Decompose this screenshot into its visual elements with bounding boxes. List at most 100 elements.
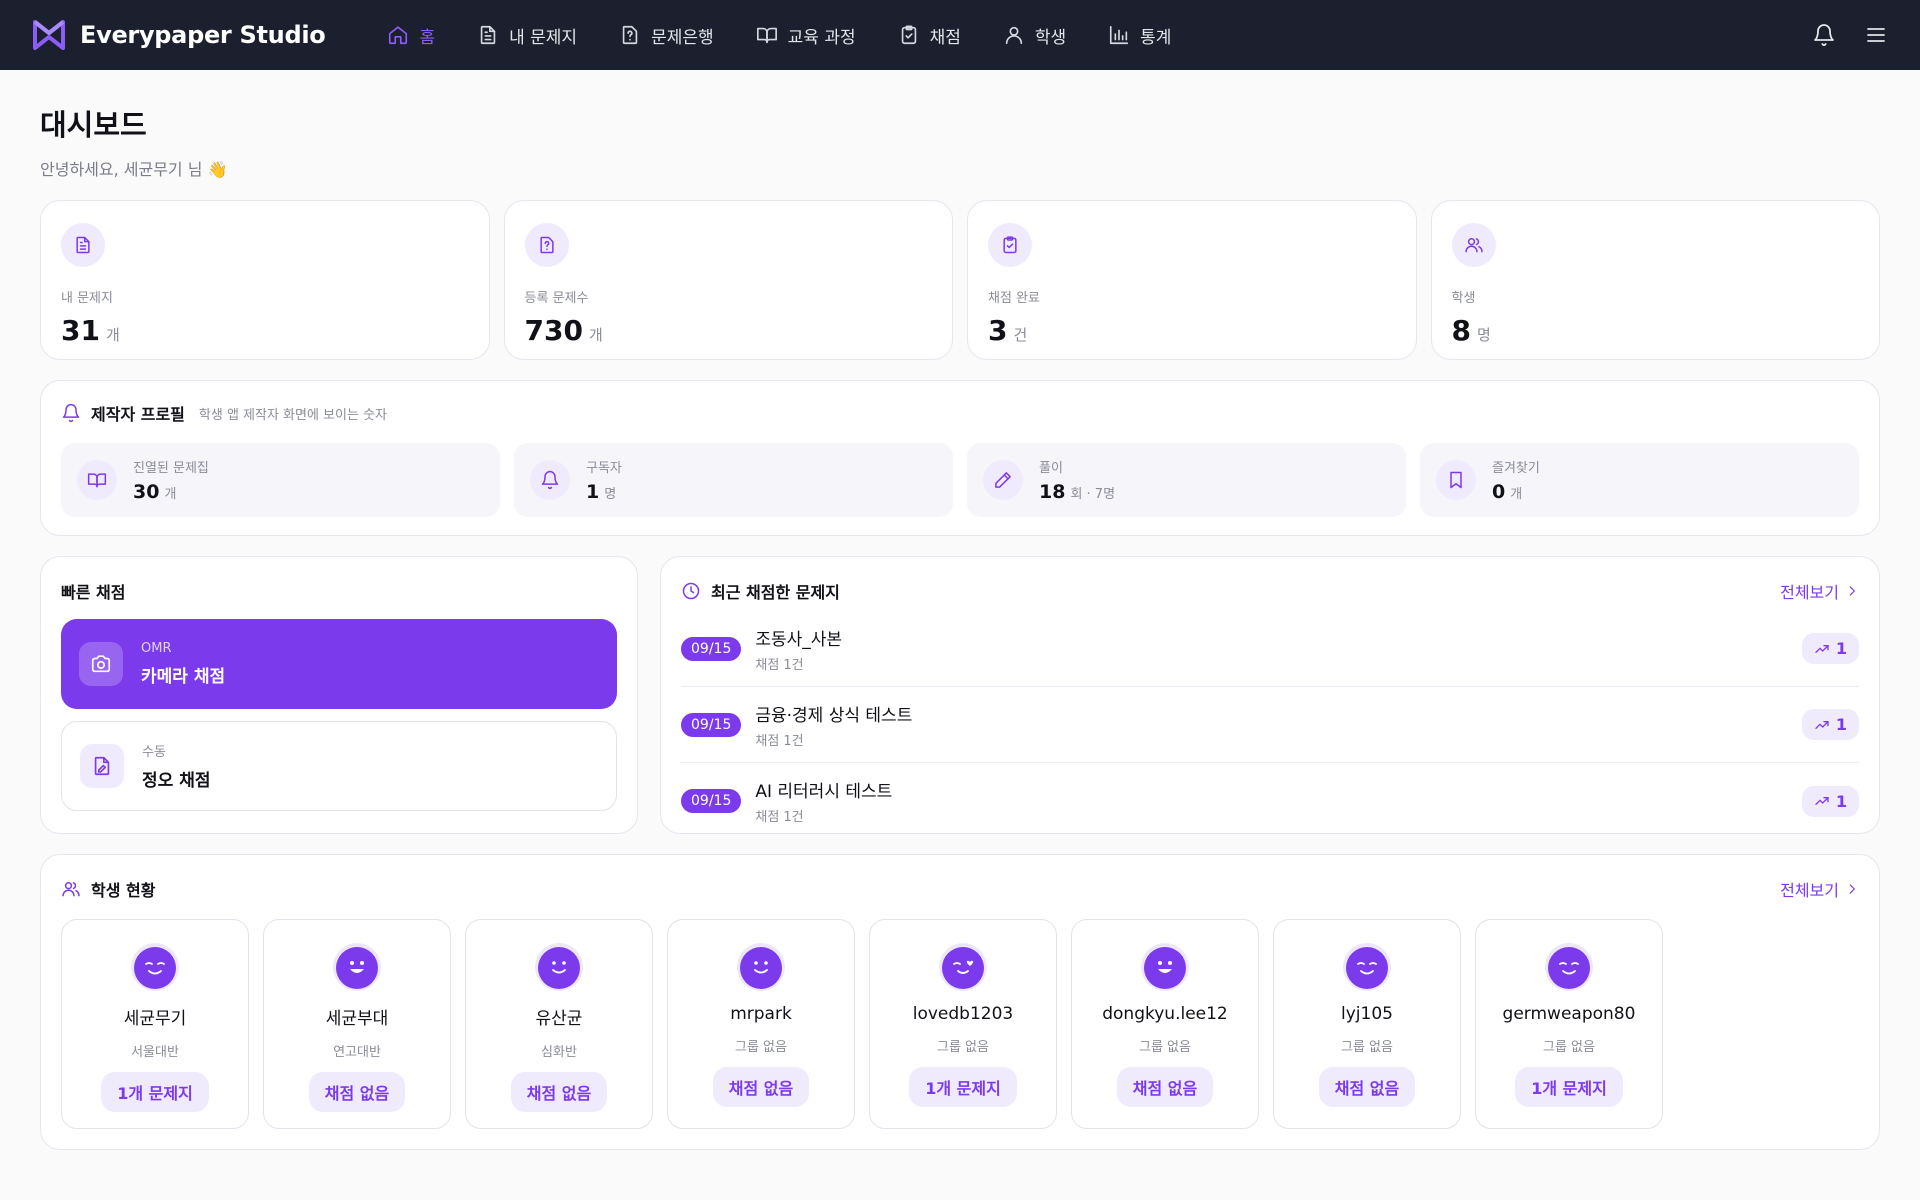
recent-row[interactable]: 09/15 조동사_사본 채점 1건 1 (681, 611, 1859, 687)
quick-small-label: OMR (141, 641, 172, 656)
omr-camera-grading-button[interactable]: OMR 카메라 채점 (61, 619, 617, 709)
stat-unit: 건 (1013, 326, 1028, 344)
nav-item-my-papers[interactable]: 내 문제지 (477, 23, 577, 48)
student-card[interactable]: dongkyu.lee12 그룹 없음 채점 없음 (1071, 919, 1259, 1129)
nav-item-label: 내 문제지 (509, 27, 578, 48)
clipboard-check-icon (1003, 236, 1017, 254)
stat-card-grading-complete[interactable]: 채점 완료 3 건 (967, 200, 1417, 360)
nav-item-grading[interactable]: 채점 (898, 23, 961, 48)
recent-text: 금융·경제 상식 테스트 채점 1건 (755, 701, 912, 749)
stat-card-registered-questions[interactable]: 등록 문제수 730 개 (503, 200, 953, 360)
profile-stat-favorites[interactable]: 즐겨찾기 0 개 (1420, 443, 1859, 517)
student-card[interactable]: lovedb1203 그룹 없음 1개 문제지 (869, 919, 1057, 1129)
stat-label: 등록 문제수 (524, 291, 589, 306)
middle-row: 빠른 채점 OMR 카메라 채점 수동 정오 채점 최근 채점한 문제지 전체보… (40, 556, 1880, 834)
recent-graded-card: 최근 채점한 문제지 전체보기 09/15 조동사_사본 채점 1건 1 09/… (660, 556, 1880, 834)
stat-icon-wrap (61, 223, 105, 267)
stat-value-row: 3 건 (988, 314, 1396, 347)
stat-card-students[interactable]: 학생 8 명 (1430, 200, 1880, 360)
quick-icon-wrap (79, 642, 123, 686)
nav-item-curriculum[interactable]: 교육 과정 (756, 23, 856, 48)
trend-value: 1 (1835, 715, 1847, 734)
manual-grading-button[interactable]: 수동 정오 채점 (61, 721, 617, 811)
profile-stat-value: 18 (1039, 481, 1066, 503)
student-card[interactable]: 세균무기 서울대반 1개 문제지 (61, 919, 249, 1129)
file-edit-icon (94, 756, 110, 776)
profile-stat-label: 즐겨찾기 (1492, 461, 1540, 476)
grading-count: 채점 1건 (755, 657, 804, 673)
section-note: 학생 앱 제작자 화면에 보이는 숫자 (198, 407, 387, 423)
quick-main-label: 정오 채점 (142, 771, 211, 791)
users-icon (62, 882, 80, 897)
brand[interactable]: Everypaper Studio (32, 18, 326, 52)
grading-count: 채점 1건 (755, 810, 804, 825)
student-grid: 세균무기 서울대반 1개 문제지 세균부대 연고대반 채점 없음 유산균 심화반… (61, 919, 1859, 1129)
trending-up-icon (1815, 720, 1829, 729)
profile-stat-shelved-books[interactable]: 진열된 문제집 30 개 (61, 443, 500, 517)
stat-value: 730 (524, 314, 583, 347)
student-card[interactable]: lyj105 그룹 없음 채점 없음 (1273, 919, 1461, 1129)
avatar-smile-icon (737, 943, 785, 991)
clock-icon (682, 582, 700, 600)
student-card[interactable]: 유산균 심화반 채점 없음 (465, 919, 653, 1129)
stat-unit: 개 (588, 326, 603, 344)
profile-stat-value-row: 18 회 · 7명 (1039, 481, 1115, 503)
recent-text: AI 리터러시 테스트 채점 1건 (755, 777, 892, 825)
avatar-wink-icon (1545, 943, 1593, 991)
page-title: 대시보드 (40, 108, 147, 142)
student-group: 그룹 없음 (735, 1040, 787, 1055)
stat-card-my-papers[interactable]: 내 문제지 31 개 (40, 200, 490, 360)
trend-badge[interactable]: 1 (1801, 709, 1859, 740)
stat-icon-wrap (524, 223, 569, 267)
brand-name: Everypaper Studio (80, 21, 326, 49)
profile-stat-unit: 명 (604, 487, 617, 502)
trend-value: 1 (1835, 639, 1847, 658)
recent-row[interactable]: 09/15 AI 리터러시 테스트 채점 1건 1 (681, 763, 1859, 839)
trend-value: 1 (1835, 791, 1847, 811)
nav-item-question-bank[interactable]: 문제은행 (619, 23, 714, 48)
stat-value-row: 730 개 (525, 314, 933, 347)
student-card[interactable]: mrpark 그룹 없음 채점 없음 (667, 919, 855, 1129)
avatar-wink-icon (1343, 943, 1391, 991)
stat-icon-wrap (77, 460, 117, 500)
menu-icon[interactable] (1864, 23, 1888, 47)
profile-stat-solves[interactable]: 풀이 18 회 · 7명 (967, 443, 1406, 517)
see-all-link[interactable]: 전체보기 (1780, 579, 1859, 603)
see-all-link[interactable]: 전체보기 (1780, 877, 1859, 901)
profile-stat-value: 0 (1492, 481, 1506, 503)
recent-row[interactable]: 09/15 금융·경제 상식 테스트 채점 1건 1 (681, 687, 1859, 763)
student-name: lyj105 (1341, 1004, 1393, 1024)
nav-item-label: 통계 (1140, 27, 1172, 48)
nav-item-home[interactable]: 홈 (387, 23, 435, 48)
trend-badge[interactable]: 1 (1801, 633, 1859, 664)
student-status-badge: 1개 문제지 (101, 1072, 209, 1112)
stat-label: 학생 (1451, 291, 1476, 306)
bell-icon[interactable] (1812, 23, 1836, 47)
stat-icon-wrap (1436, 460, 1476, 500)
stat-value: 8 (1451, 314, 1471, 347)
student-name: germweapon80 (1502, 1004, 1636, 1024)
profile-stats: 진열된 문제집 30 개 구독자 1 명 풀이 18 회 · 7명 즐겨찾기 0… (61, 443, 1859, 517)
nav-item-statistics[interactable]: 통계 (1108, 23, 1171, 48)
pencil-icon (995, 472, 1011, 488)
student-name: lovedb1203 (912, 1004, 1014, 1024)
trend-badge[interactable]: 1 (1801, 785, 1859, 817)
student-name: mrpark (730, 1004, 792, 1024)
question-file-icon (539, 236, 554, 254)
creator-profile-card: 제작자 프로필 학생 앱 제작자 화면에 보이는 숫자 진열된 문제집 30 개 (40, 380, 1880, 536)
profile-stat-text: 풀이 18 회 · 7명 (1039, 457, 1115, 503)
bookmark-icon (1450, 471, 1462, 489)
stat-icon-wrap (1451, 223, 1496, 267)
grading-count: 채점 1건 (755, 733, 804, 749)
student-group: 그룹 없음 (1543, 1040, 1595, 1055)
avatar-grin-icon (1141, 943, 1189, 991)
student-card[interactable]: germweapon80 그룹 없음 1개 문제지 (1475, 919, 1663, 1129)
stat-icon-wrap (988, 223, 1032, 267)
quick-icon-wrap (80, 744, 124, 788)
student-group: 서울대반 (131, 1045, 179, 1060)
quick-main-label: 카메라 채점 (141, 667, 226, 687)
profile-stat-subscribers[interactable]: 구독자 1 명 (514, 443, 953, 517)
student-card[interactable]: 세균부대 연고대반 채점 없음 (263, 919, 451, 1129)
nav-item-students[interactable]: 학생 (1003, 23, 1066, 48)
document-icon (480, 25, 496, 45)
